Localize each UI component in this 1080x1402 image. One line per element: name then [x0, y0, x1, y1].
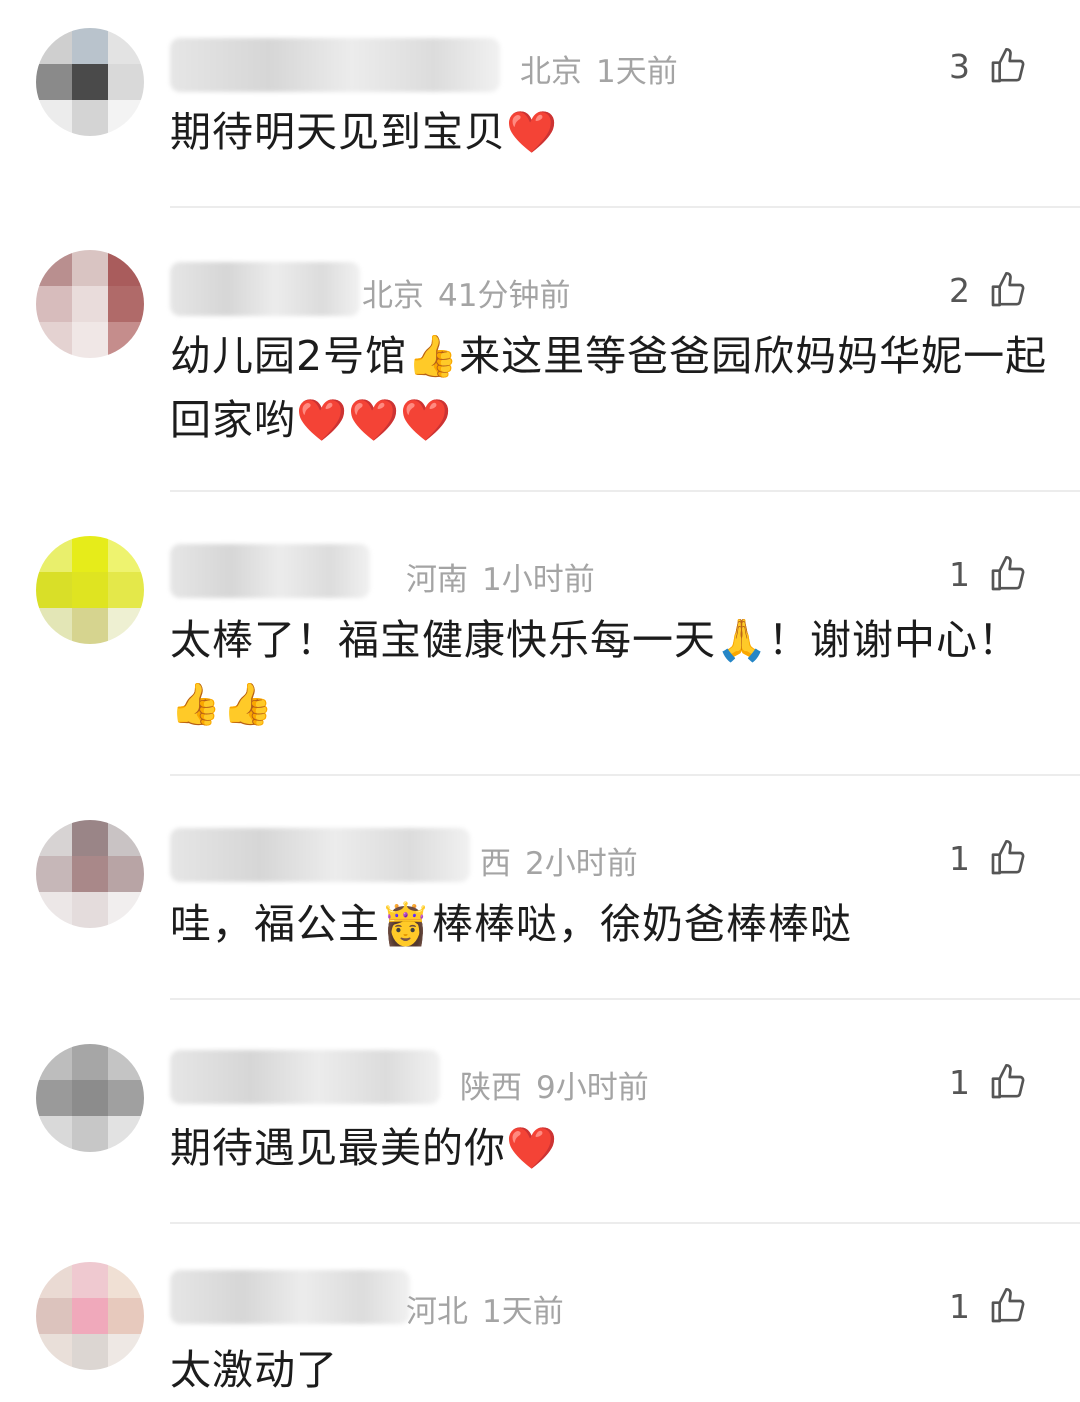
comment-text: 哇，福公主👸棒棒哒，徐奶爸棒棒哒 — [170, 900, 853, 948]
like-count: 2 — [949, 270, 970, 310]
like-count: 1 — [949, 838, 970, 878]
like-count: 1 — [949, 1062, 970, 1102]
like-button[interactable]: 1 — [949, 1286, 1028, 1326]
comment-meta: 陕西 9小时前 — [460, 1062, 649, 1107]
like-count: 1 — [949, 1286, 970, 1326]
timestamp: 2小时前 — [525, 846, 638, 882]
username-blurred[interactable] — [170, 262, 360, 316]
avatar[interactable] — [36, 28, 144, 136]
divider — [170, 1222, 1080, 1224]
like-button[interactable]: 1 — [949, 1062, 1028, 1102]
divider — [170, 490, 1080, 492]
like-button[interactable]: 2 — [949, 270, 1028, 310]
thumbs-up-icon — [991, 272, 1025, 307]
location: 北京 — [362, 278, 424, 314]
location: 西 — [480, 846, 511, 882]
username-blurred[interactable] — [170, 544, 370, 598]
comment-meta: 北京 1天前 — [520, 46, 678, 91]
thumbs-up-icon — [991, 1064, 1025, 1099]
username-blurred[interactable] — [170, 1050, 440, 1104]
divider — [170, 774, 1080, 776]
comment-text: 太棒了！福宝健康快乐每一天🙏！谢谢中心！👍👍 — [170, 616, 1021, 728]
divider — [170, 206, 1080, 208]
location: 河北 — [406, 1294, 468, 1330]
comment-text: 太激动了 — [170, 1346, 338, 1394]
thumbs-up-icon — [991, 840, 1025, 875]
avatar[interactable] — [36, 250, 144, 358]
avatar[interactable] — [36, 1262, 144, 1370]
location: 河南 — [406, 562, 468, 598]
comment-meta: 西 2小时前 — [480, 838, 638, 883]
thumbs-up-icon — [991, 1288, 1025, 1323]
divider — [170, 998, 1080, 1000]
location: 北京 — [520, 54, 582, 90]
comment-text: 期待明天见到宝贝❤️ — [170, 108, 559, 156]
avatar[interactable] — [36, 820, 144, 928]
username-blurred[interactable] — [170, 1270, 410, 1324]
comment-meta: 河北 1天前 — [406, 1286, 564, 1331]
like-count: 1 — [949, 554, 970, 594]
username-blurred[interactable] — [170, 828, 470, 882]
like-count: 3 — [949, 46, 970, 86]
thumbs-up-icon — [991, 48, 1025, 83]
comment-meta: 北京 41分钟前 — [362, 270, 570, 315]
comment-text: 幼儿园2号馆👍来这里等爸爸园欣妈妈华妮一起回家哟❤️❤️❤️ — [170, 332, 1048, 444]
location: 陕西 — [460, 1070, 522, 1106]
timestamp: 1天前 — [482, 1294, 564, 1330]
timestamp: 9小时前 — [536, 1070, 649, 1106]
avatar[interactable] — [36, 1044, 144, 1152]
timestamp: 1天前 — [596, 54, 678, 90]
like-button[interactable]: 1 — [949, 554, 1028, 594]
timestamp: 1小时前 — [482, 562, 595, 598]
username-blurred[interactable] — [170, 38, 500, 92]
comment-meta: 河南 1小时前 — [406, 554, 595, 599]
avatar[interactable] — [36, 536, 144, 644]
thumbs-up-icon — [991, 556, 1025, 591]
timestamp: 41分钟前 — [438, 278, 571, 314]
comment-text: 期待遇见最美的你❤️ — [170, 1124, 559, 1172]
like-button[interactable]: 3 — [949, 46, 1028, 86]
like-button[interactable]: 1 — [949, 838, 1028, 878]
